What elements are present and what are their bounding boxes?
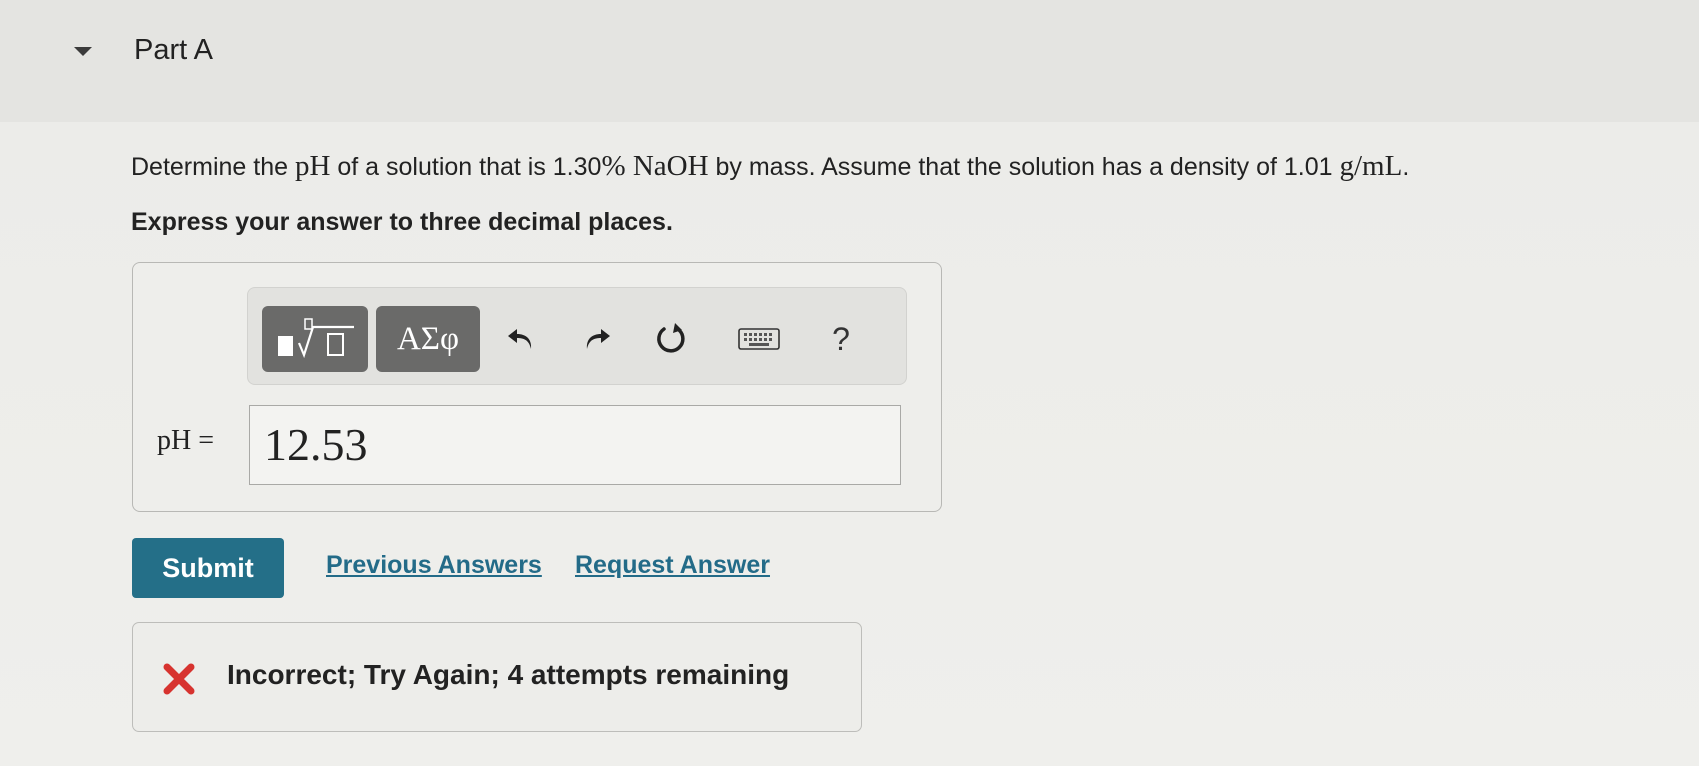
symbols-button[interactable]: ΑΣφ — [376, 306, 480, 372]
naoh-formula: NaOH — [625, 150, 709, 182]
x-icon — [163, 663, 195, 695]
feedback-box: Incorrect; Try Again; 4 attempts remaini… — [132, 622, 862, 732]
question-middle: of a solution that is 1.30 — [330, 153, 602, 181]
caret-down-icon — [74, 47, 92, 56]
redo-button[interactable] — [576, 318, 618, 360]
ph-equals-label: pH = — [157, 425, 215, 456]
reset-button[interactable] — [650, 318, 692, 360]
submit-button[interactable]: Submit — [132, 538, 284, 598]
undo-button[interactable] — [500, 318, 542, 360]
answer-instruction: Express your answer to three decimal pla… — [131, 208, 673, 236]
help-button[interactable]: ? — [820, 318, 862, 360]
undo-icon — [508, 329, 532, 349]
ph-symbol: pH — [294, 150, 331, 182]
keyboard-icon — [738, 328, 780, 350]
reset-icon — [657, 323, 685, 353]
ph-answer-input[interactable]: 12.53 — [249, 405, 901, 485]
keyboard-button[interactable] — [738, 318, 780, 360]
part-header — [0, 0, 1699, 122]
part-title: Part A — [134, 34, 213, 66]
question-end: . — [1402, 153, 1410, 181]
density-units: g/mL — [1339, 150, 1403, 182]
feedback-message: Incorrect; Try Again; 4 attempts remaini… — [227, 659, 790, 690]
collapse-part-button[interactable] — [68, 40, 98, 62]
question-prefix: Determine the — [131, 153, 295, 181]
percent-symbol: % — [601, 150, 626, 182]
assignment-page: Part A Determine the pH of a solution th… — [0, 0, 1699, 766]
previous-answers-link[interactable]: Previous Answers — [326, 551, 542, 580]
math-toolbar: ΑΣφ ? — [247, 287, 907, 385]
question-text: Determine the pH of a solution that is 1… — [131, 150, 1409, 183]
answer-panel: ΑΣφ ? pH = 12.53 — [132, 262, 942, 512]
request-answer-link[interactable]: Request Answer — [575, 551, 770, 580]
question-after-formula: by mass. Assume that the solution has a … — [708, 153, 1340, 181]
redo-icon — [586, 329, 610, 349]
templates-button[interactable] — [262, 306, 368, 372]
templates-icon — [278, 318, 354, 359]
